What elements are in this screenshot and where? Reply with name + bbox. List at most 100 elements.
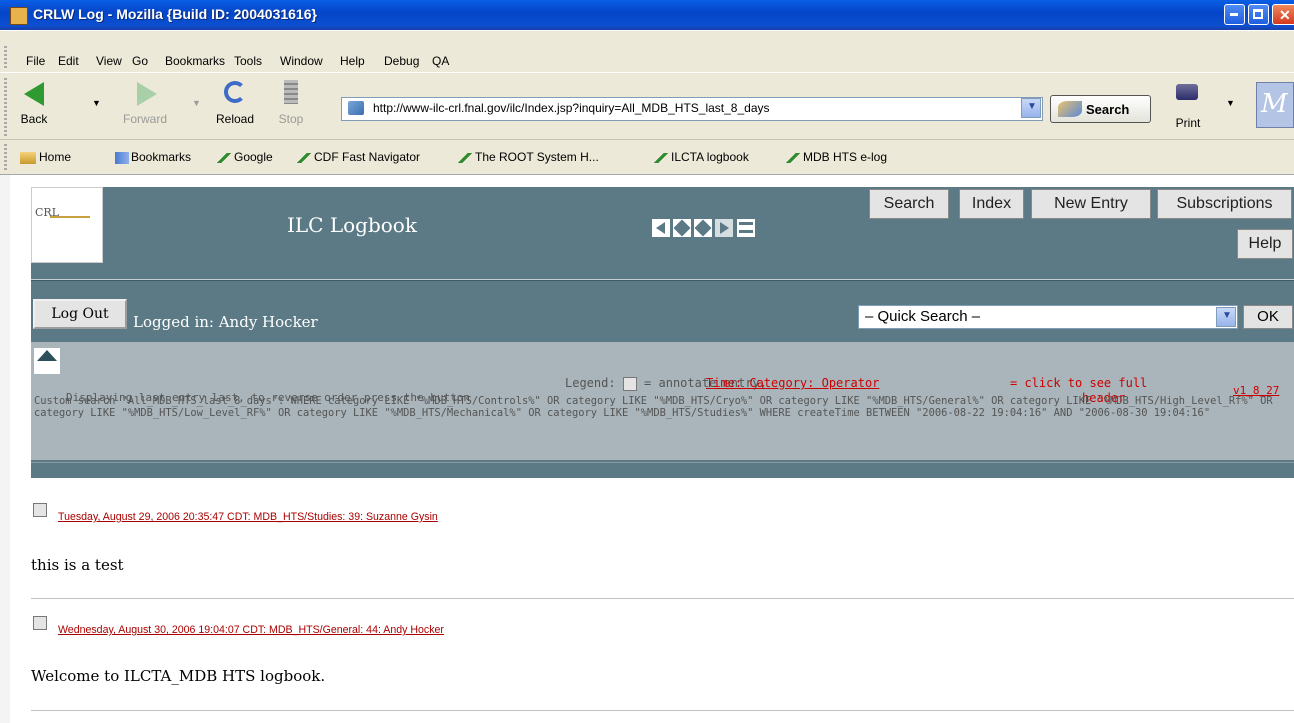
first-entry-icon[interactable]: [673, 219, 691, 237]
quick-search-select[interactable]: – Quick Search –: [858, 305, 1238, 329]
home-icon: [20, 151, 36, 164]
back-button[interactable]: Back: [16, 78, 52, 130]
entry-divider: [31, 710, 1294, 711]
reload-button[interactable]: Reload: [208, 78, 262, 130]
maximize-button[interactable]: [1248, 4, 1269, 25]
logout-button[interactable]: Log Out: [33, 299, 127, 329]
print-button[interactable]: Print: [1168, 80, 1208, 130]
header-divider: [31, 279, 1294, 281]
help-button[interactable]: Help: [1237, 229, 1293, 259]
crl-logo[interactable]: [31, 187, 103, 263]
bookmark-label: The ROOT System H...: [475, 150, 599, 164]
legend-prefix: Legend:: [565, 376, 616, 390]
bookmark-label: MDB HTS e-log: [803, 150, 888, 164]
menu-view[interactable]: View: [96, 54, 122, 68]
legend-header-link[interactable]: Time: Category: Operator: [706, 376, 879, 390]
menu-help[interactable]: Help: [340, 54, 365, 68]
app-icon: [10, 7, 28, 25]
toolbar-grip[interactable]: [4, 78, 7, 136]
bookmark-mdb-hts-elog[interactable]: MDB HTS e-log: [786, 150, 887, 164]
index-button[interactable]: Index: [959, 189, 1024, 219]
bookmark-cdf-fast-navigator[interactable]: CDF Fast Navigator: [297, 150, 420, 164]
menu-debug[interactable]: Debug: [384, 54, 419, 68]
entry-body: Welcome to ILCTA_MDB HTS logbook.: [31, 667, 326, 685]
minimize-button[interactable]: [1224, 4, 1245, 25]
bookmark-icon: [458, 152, 472, 163]
print-dropdown-icon[interactable]: ▼: [1226, 98, 1235, 108]
new-entry-button[interactable]: New Entry: [1031, 189, 1151, 219]
menu-window[interactable]: Window: [280, 54, 323, 68]
chevron-down-icon: ▼: [1027, 101, 1037, 112]
annotate-entry-icon[interactable]: [33, 503, 47, 517]
bookmark-icon: [217, 152, 231, 163]
page-title: ILC Logbook: [287, 213, 417, 237]
swap-entries-icon[interactable]: [737, 219, 755, 237]
back-dropdown-icon[interactable]: ▼: [92, 98, 101, 108]
site-icon: [348, 101, 364, 115]
entry-header-link[interactable]: Tuesday, August 29, 2006 20:35:47 CDT: M…: [58, 511, 438, 523]
menu-bookmarks[interactable]: Bookmarks: [165, 54, 225, 68]
address-input[interactable]: http://www-ilc-crl.fnal.gov/ilc/Index.js…: [373, 101, 770, 115]
annotate-icon: [622, 376, 637, 391]
bookmark-label: Google: [234, 150, 273, 164]
bookmark-label: ILCTA logbook: [671, 150, 749, 164]
back-arrow-icon: [24, 82, 44, 106]
forward-dropdown-icon[interactable]: ▼: [192, 98, 201, 108]
bookmark-icon: [654, 152, 668, 163]
menu-file[interactable]: File: [26, 54, 45, 68]
search-icon: [1058, 101, 1082, 117]
logo-decoration: [50, 216, 90, 218]
bookmarks-icon: [115, 151, 129, 164]
stop-icon: [284, 80, 298, 104]
menu-tools[interactable]: Tools: [234, 54, 262, 68]
stop-button[interactable]: Stop: [276, 78, 306, 130]
chevron-down-icon: ▼: [1222, 310, 1232, 321]
menu-edit[interactable]: Edit: [58, 54, 79, 68]
bookmarks-menu[interactable]: Bookmarks: [115, 150, 191, 164]
up-arrow-icon: [37, 350, 57, 361]
home-link[interactable]: Home: [20, 150, 71, 164]
forward-arrow-icon: [137, 82, 157, 106]
mozilla-throbber-icon[interactable]: M: [1256, 82, 1294, 128]
reload-label: Reload: [215, 112, 255, 126]
entry-divider: [31, 598, 1294, 599]
printer-icon: [1176, 84, 1198, 100]
bookmarks-label: Bookmarks: [131, 150, 192, 164]
address-dropdown-button[interactable]: ▼: [1021, 98, 1041, 118]
personal-toolbar: [0, 140, 1294, 175]
print-label: Print: [1175, 116, 1201, 130]
next-entry-icon[interactable]: [715, 219, 733, 237]
reload-icon: [224, 81, 246, 103]
bookmark-google[interactable]: Google: [217, 150, 273, 164]
bookmark-icon: [786, 152, 800, 163]
reverse-order-button[interactable]: [34, 348, 60, 374]
page-left-margin: [0, 175, 10, 723]
custom-search-query: Custom search "All_MDB_HTS_last_8_days":…: [34, 395, 1273, 419]
stop-label: Stop: [278, 112, 304, 126]
forward-label: Forward: [122, 112, 167, 126]
forward-button[interactable]: Forward: [117, 78, 173, 130]
search-button-label: Search: [1086, 102, 1130, 117]
entry-header-link[interactable]: Wednesday, August 30, 2006 19:04:07 CDT:…: [58, 624, 444, 636]
bookmark-label: CDF Fast Navigator: [314, 150, 421, 164]
bookmark-icon: [297, 152, 311, 163]
toolbar-grip[interactable]: [4, 46, 7, 68]
menu-qa[interactable]: QA: [432, 54, 449, 68]
annotate-entry-icon[interactable]: [33, 616, 47, 630]
info-divider: [31, 462, 1294, 463]
bookmark-root-system[interactable]: The ROOT System H...: [458, 150, 599, 164]
logged-in-status: Logged in: Andy Hocker: [133, 313, 318, 331]
index-entry-icon[interactable]: [694, 219, 712, 237]
subscriptions-button[interactable]: Subscriptions: [1157, 189, 1292, 219]
home-label: Home: [39, 150, 72, 164]
back-label: Back: [20, 112, 48, 126]
previous-entry-icon[interactable]: [652, 219, 670, 237]
toolbar-grip[interactable]: [4, 144, 7, 170]
menu-go[interactable]: Go: [132, 54, 148, 68]
bookmark-ilcta-logbook[interactable]: ILCTA logbook: [654, 150, 749, 164]
entry-body: this is a test: [31, 556, 124, 574]
quick-search-dropdown[interactable]: ▼: [1216, 307, 1236, 327]
search-page-button[interactable]: Search: [869, 189, 949, 219]
close-button[interactable]: ✕: [1272, 4, 1294, 25]
ok-button[interactable]: OK: [1243, 305, 1293, 329]
